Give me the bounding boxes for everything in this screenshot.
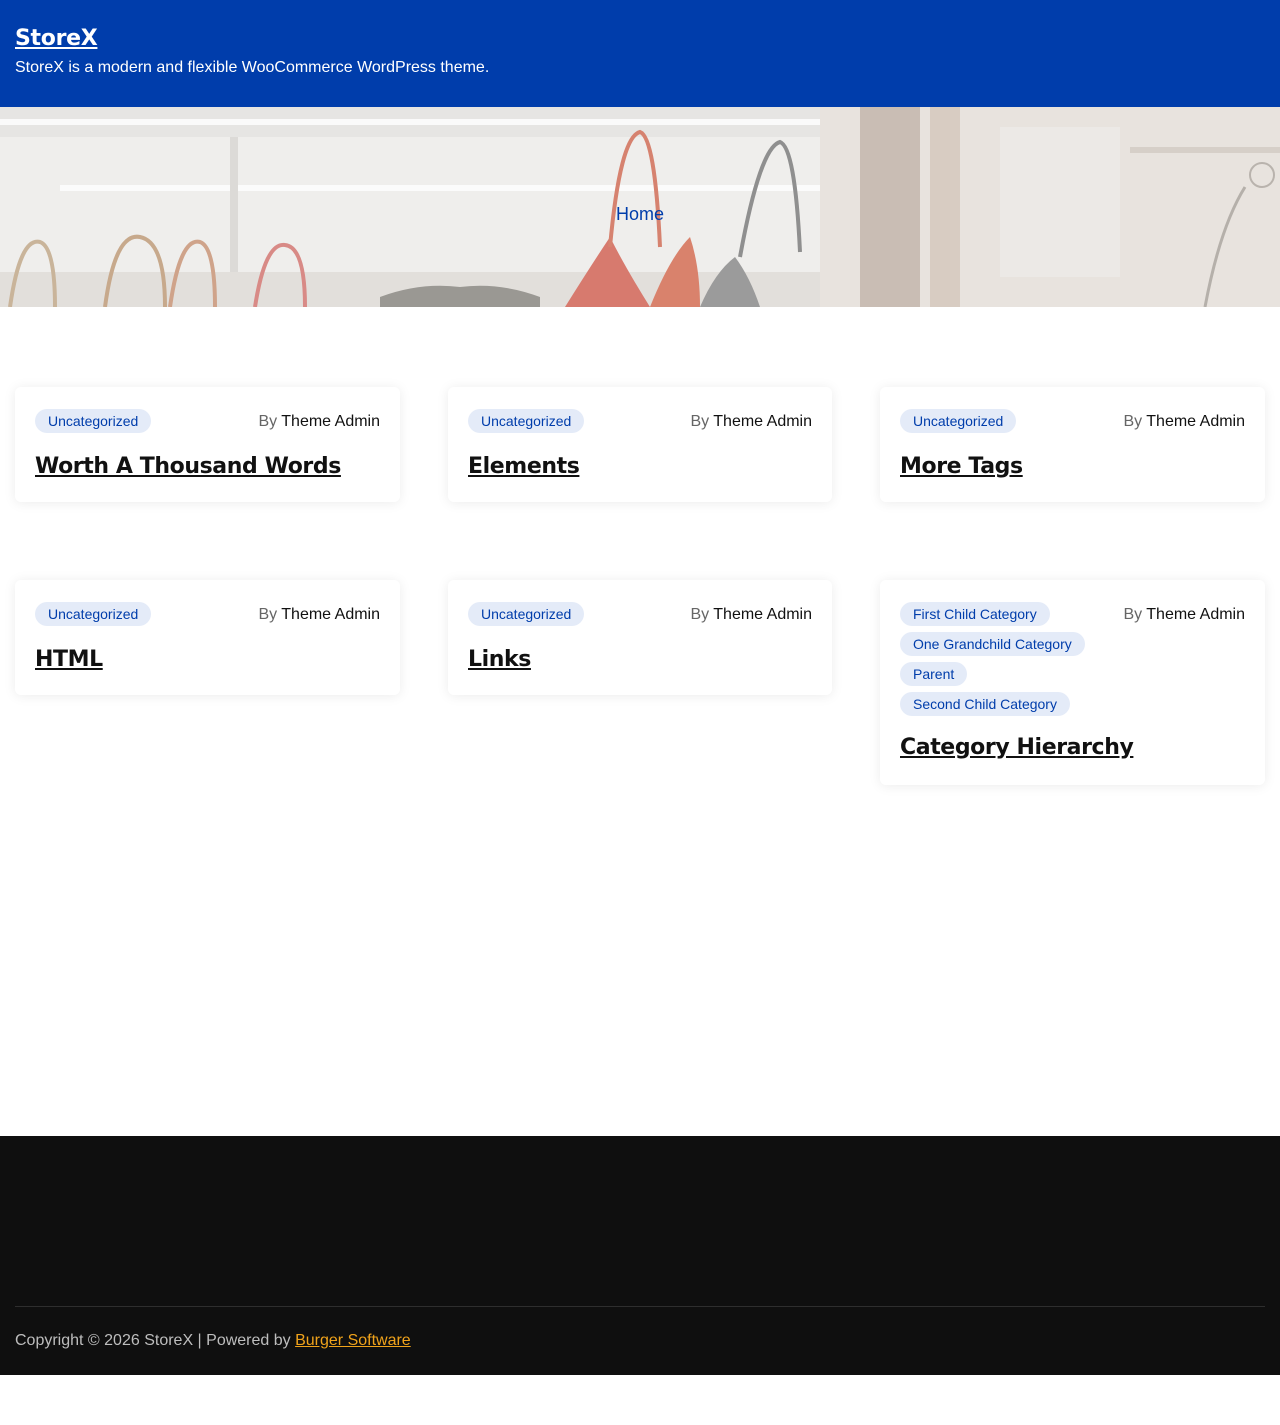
post-card: Uncategorized By Theme Admin Elements <box>448 387 832 502</box>
author-prefix: By <box>690 606 710 623</box>
post-card: First Child Category One Grandchild Cate… <box>880 580 1265 785</box>
category-badge[interactable]: Second Child Category <box>900 692 1070 716</box>
post-title-link[interactable]: Worth A Thousand Words <box>35 453 341 481</box>
post-card: Uncategorized By Theme Admin Links <box>448 580 832 695</box>
footer-copyright: Copyright © 2026 StoreX | Powered by Bur… <box>15 1331 411 1351</box>
breadcrumb-home[interactable]: Home <box>0 203 1280 225</box>
category-badge[interactable]: One Grandchild Category <box>900 632 1085 656</box>
post-title-link[interactable]: Elements <box>468 453 580 481</box>
post-author: By Theme Admin <box>690 605 812 625</box>
post-title-link[interactable]: Links <box>468 646 531 674</box>
author-prefix: By <box>258 413 278 430</box>
author-name-link[interactable]: Theme Admin <box>1146 606 1245 623</box>
category-badge[interactable]: Uncategorized <box>35 409 152 433</box>
category-badge[interactable]: First Child Category <box>900 602 1050 626</box>
post-card: Uncategorized By Theme Admin HTML <box>15 580 400 695</box>
post-card: Uncategorized By Theme Admin Worth A Tho… <box>15 387 400 502</box>
post-title-link[interactable]: HTML <box>35 646 103 674</box>
author-name-link[interactable]: Theme Admin <box>713 606 812 623</box>
post-author: By Theme Admin <box>258 412 380 432</box>
site-tagline: StoreX is a modern and flexible WooComme… <box>15 59 490 76</box>
author-prefix: By <box>1123 413 1143 430</box>
site-header: StoreX StoreX is a modern and flexible W… <box>0 0 1280 107</box>
category-badge[interactable]: Uncategorized <box>468 602 585 626</box>
author-prefix: By <box>258 606 278 623</box>
author-name-link[interactable]: Theme Admin <box>281 606 380 623</box>
site-footer: Copyright © 2026 StoreX | Powered by Bur… <box>0 1136 1280 1375</box>
post-author: By Theme Admin <box>690 412 812 432</box>
hero-banner: Home <box>0 107 1280 307</box>
post-author: By Theme Admin <box>258 605 380 625</box>
post-author: By Theme Admin <box>1123 412 1245 432</box>
powered-by-link[interactable]: Burger Software <box>295 1332 411 1349</box>
post-author: By Theme Admin <box>1123 605 1245 625</box>
site-title-link[interactable]: StoreX <box>15 24 98 54</box>
post-title-link[interactable]: More Tags <box>900 453 1023 481</box>
post-title-link[interactable]: Category Hierarchy <box>900 734 1134 762</box>
author-name-link[interactable]: Theme Admin <box>281 413 380 430</box>
post-card: Uncategorized By Theme Admin More Tags <box>880 387 1265 502</box>
category-badge[interactable]: Uncategorized <box>35 602 152 626</box>
category-badge[interactable]: Uncategorized <box>468 409 585 433</box>
author-name-link[interactable]: Theme Admin <box>713 413 812 430</box>
author-prefix: By <box>690 413 710 430</box>
category-badge[interactable]: Uncategorized <box>900 409 1017 433</box>
footer-divider <box>15 1306 1265 1307</box>
author-prefix: By <box>1123 606 1143 623</box>
copyright-text: Copyright © 2026 StoreX | Powered by <box>15 1332 296 1349</box>
category-badge[interactable]: Parent <box>900 662 968 686</box>
author-name-link[interactable]: Theme Admin <box>1146 413 1245 430</box>
